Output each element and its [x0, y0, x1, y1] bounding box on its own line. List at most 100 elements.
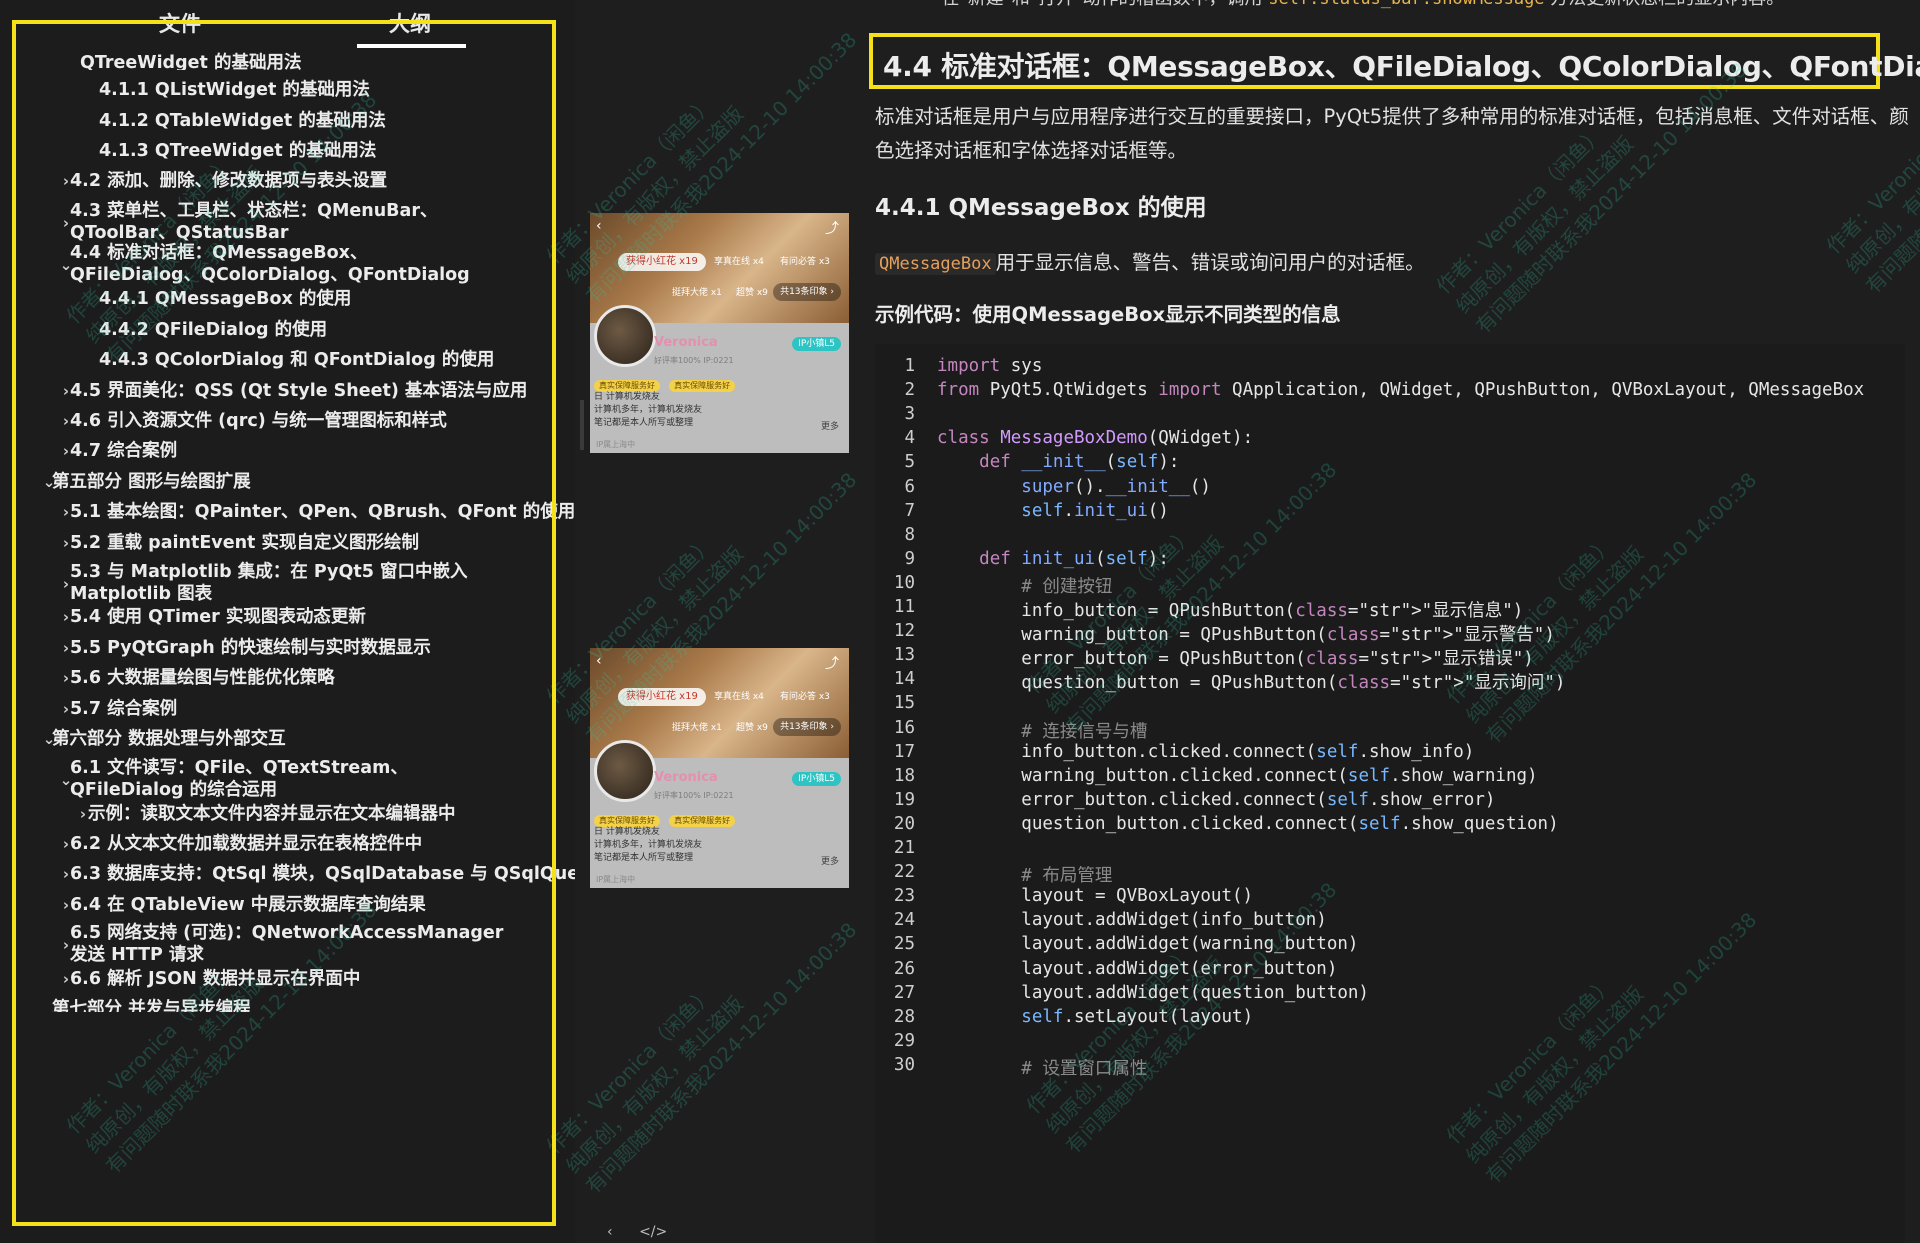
outline-item[interactable]: › 5.7 综合案例	[63, 698, 177, 720]
line-number: 21	[893, 838, 915, 858]
outline-item[interactable]: ⌄ 4.4 标准对话框：QMessageBox、QFileDialog、QColo…	[60, 242, 490, 286]
code-text: class MessageBoxDemo(QWidget):	[937, 428, 1254, 449]
chevron-right-icon[interactable]: ›	[57, 532, 75, 554]
chevron-right-icon[interactable]: ›	[57, 863, 75, 885]
bio: 日 计算机发烧友 计算机多年，计算机发烧友 笔记都是本人所写或整理	[594, 826, 702, 865]
chevron-down-icon[interactable]: ⌄	[52, 998, 58, 1012]
impressions-pill: 共13条印象 ›	[773, 718, 841, 736]
outline-item[interactable]: ⌄ 第六部分 数据处理与外部交互	[43, 728, 286, 750]
outline-item-label: 4.4.3 QColorDialog 和 QFontDialog 的使用	[99, 350, 495, 370]
outline-item-label: 4.6 引入资源文件 (qrc) 与统一管理图标和样式	[70, 411, 447, 431]
level-badge: IP小镇L5	[792, 337, 841, 351]
outline-item[interactable]: › 5.6 大数据量绘图与性能优化策略	[63, 667, 335, 689]
chevron-right-icon[interactable]: ›	[74, 803, 92, 825]
outline-item[interactable]: › 5.2 重载 paintEvent 实现自定义图形绘制	[63, 532, 419, 554]
outline-item-label: 6.6 解析 JSON 数据并显示在界面中	[70, 969, 361, 989]
outline-item-label: 4.4.2 QFileDialog 的使用	[99, 320, 328, 340]
chevron-right-icon[interactable]: ›	[57, 501, 75, 523]
stat-label: 享真在线 x4	[714, 692, 764, 702]
line-number: 23	[893, 886, 915, 907]
chevron-right-icon[interactable]: ›	[57, 380, 75, 402]
bio-more-link: 更多	[820, 422, 839, 432]
chevron-right-icon[interactable]: ›	[57, 637, 75, 659]
line-number: 30	[893, 1054, 915, 1075]
tab-file[interactable]: 文件	[140, 8, 220, 38]
chevron-left-icon[interactable]: ‹	[607, 1224, 613, 1240]
outline-item-label: 4.1.3 QTreeWidget 的基础用法	[99, 141, 377, 161]
line-number: 17	[893, 741, 915, 762]
outline-item-label: 6.2 从文本文件加载数据并显示在表格控件中	[70, 834, 423, 854]
stat-label: 挺拜大佬 x1	[672, 288, 722, 298]
chevron-down-icon[interactable]: ⌄	[57, 769, 75, 791]
bio-more-link: 更多	[820, 857, 839, 867]
outline-item[interactable]: › 6.3 数据库支持：QtSql 模块，QSqlDatabase 与 QSqlQ…	[63, 863, 575, 885]
code-text: # 连接信号与槽	[937, 721, 1148, 742]
outline-item[interactable]: › 4.7 综合案例	[63, 440, 177, 462]
chevron-right-icon[interactable]: ›	[57, 440, 75, 462]
outline-item[interactable]: › 4.5 界面美化：QSS (Qt Style Sheet) 基本语法与应用	[63, 380, 528, 402]
preview-scrollbar[interactable]	[580, 400, 584, 450]
outline-item-label: 5.5 PyQtGraph 的快速绘制与实时数据显示	[70, 638, 431, 658]
outline-item-label: 4.4 标准对话框：QMessageBox、QFileDialog、QColor…	[70, 243, 470, 285]
outline-item[interactable]: › 6.2 从文本文件加载数据并显示在表格控件中	[63, 833, 423, 855]
outline-item[interactable]: › 4.6 引入资源文件 (qrc) 与统一管理图标和样式	[63, 410, 447, 432]
chevron-right-icon[interactable]: ›	[57, 894, 75, 916]
line-number: 4	[904, 428, 915, 449]
outline-item-label: 4.1.2 QTableWidget 的基础用法	[99, 111, 386, 131]
outline-item-label: 4.1.1 QListWidget 的基础用法	[99, 80, 370, 100]
outline-item[interactable]: › 4.2 添加、删除、修改数据项与表头设置	[63, 170, 387, 192]
chevron-right-icon[interactable]: ›	[57, 934, 75, 956]
code-text: layout.addWidget(error_button)	[937, 958, 1338, 979]
line-number: 7	[904, 500, 915, 521]
outline-item[interactable]: 4.1.1 QListWidget 的基础用法	[99, 79, 370, 101]
chevron-right-icon[interactable]: ›	[57, 667, 75, 689]
chevron-right-icon[interactable]: ›	[57, 968, 75, 990]
outline-item[interactable]: › 5.4 使用 QTimer 实现图表动态更新	[63, 606, 366, 628]
chevron-down-icon[interactable]: ⌄	[40, 728, 58, 750]
code-text: def init_ui(self):	[979, 548, 1169, 569]
outline-item[interactable]: 4.4.3 QColorDialog 和 QFontDialog 的使用	[99, 349, 494, 371]
ip-location: IP属上海中	[596, 875, 636, 884]
outline-item[interactable]: › 6.6 解析 JSON 数据并显示在界面中	[63, 968, 361, 990]
chevron-right-icon[interactable]: ›	[57, 212, 75, 234]
line-number: 1	[904, 356, 915, 376]
section-heading: 4.4 标准对话框：QMessageBox、QFileDialog、QColor…	[883, 50, 1920, 83]
line-number: 18	[893, 765, 915, 786]
outline-item[interactable]: QTreeWidget 的基础用法	[80, 52, 301, 70]
outline-item[interactable]: › 6.5 网络支持 (可选)：QNetworkAccessManager 发送 …	[63, 922, 515, 966]
username: Veronica	[654, 770, 718, 785]
chevron-right-icon[interactable]: ›	[57, 170, 75, 192]
chevron-right-icon[interactable]: ›	[57, 698, 75, 720]
outline-item[interactable]: › 4.3 菜单栏、工具栏、状态栏：QMenuBar、QToolBar、QStat…	[63, 200, 500, 244]
profile-card-thumbnail[interactable]: ‹ ⤴ 获得小红花 x19 享真在线 x4 有问必答 x3 挺拜大佬 x1 超赞…	[590, 648, 849, 888]
code-block[interactable]: 1 import sys 2 from PyQt5.QtWidgets import …	[875, 344, 1905, 1243]
outline-item[interactable]: › 5.1 基本绘图：QPainter、QPen、QBrush、QFont 的使用	[63, 501, 575, 523]
share-icon: ⤴	[825, 656, 839, 672]
chevron-right-icon[interactable]: ›	[57, 573, 75, 595]
outline-item[interactable]: › 6.4 在 QTableView 中展示数据库查询结果	[63, 894, 426, 916]
chevron-down-icon[interactable]: ⌄	[40, 471, 58, 493]
code-view-icon[interactable]: </>	[639, 1224, 667, 1240]
subsection-heading: 4.4.1 QMessageBox 的使用	[875, 195, 1207, 221]
outline-item[interactable]: › 5.3 与 Matplotlib 集成：在 PyQt5 窗口中嵌入 Matpl…	[63, 561, 515, 605]
code-text: info_button.clicked.connect(self.show_in…	[937, 741, 1475, 762]
outline-item[interactable]: › 示例：读取文本文件内容并显示在文本编辑器中	[80, 803, 456, 825]
outline-item-label: 示例：读取文本文件内容并显示在文本编辑器中	[88, 804, 456, 824]
outline-item[interactable]: 4.4.1 QMessageBox 的使用	[99, 288, 351, 310]
chevron-right-icon[interactable]: ›	[57, 833, 75, 855]
outline-item[interactable]: › 5.5 PyQtGraph 的快速绘制与实时数据显示	[63, 637, 431, 659]
bio-line: 日 计算机发烧友	[594, 827, 660, 837]
profile-card-thumbnail[interactable]: ‹ ⤴ 获得小红花 x19 享真在线 x4 有问必答 x3 挺拜大佬 x1 超赞…	[590, 213, 849, 453]
chevron-right-icon[interactable]: ›	[57, 606, 75, 628]
outline-item[interactable]: ⌄第七部分 并发与异步编程	[52, 998, 251, 1012]
outline-item[interactable]: 4.1.2 QTableWidget 的基础用法	[99, 110, 386, 132]
tab-outline[interactable]: 大纲	[370, 8, 450, 38]
chevron-down-icon[interactable]: ⌄	[57, 254, 75, 276]
outline-item[interactable]: ⌄ 第五部分 图形与绘图扩展	[43, 471, 251, 493]
code-text: info_button = QPushButton(class="str">"显…	[937, 601, 1524, 621]
outline-item[interactable]: 4.4.2 QFileDialog 的使用	[99, 319, 327, 341]
outline-item[interactable]: 4.1.3 QTreeWidget 的基础用法	[99, 140, 376, 162]
outline-item[interactable]: ⌄ 6.1 文件读写：QFile、QTextStream、QFileDialog …	[60, 757, 515, 801]
inline-code: QMessageBox	[875, 253, 996, 275]
chevron-right-icon[interactable]: ›	[57, 410, 75, 432]
